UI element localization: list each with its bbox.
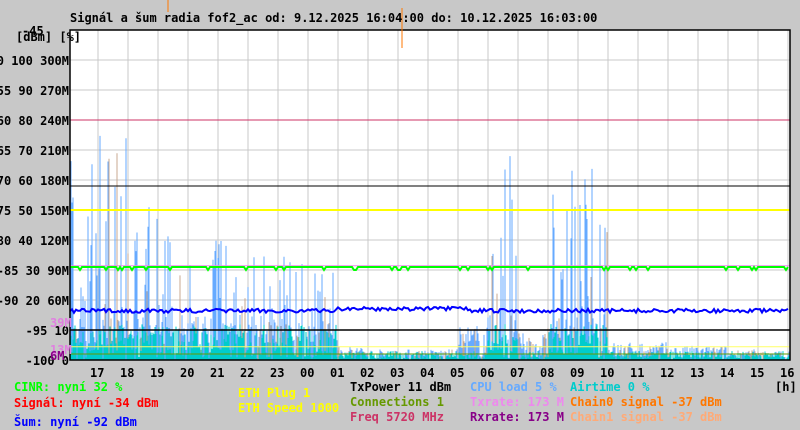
x-tick-label: 01 [330,366,345,380]
chart-title: Signál a šum radia fof2_ac od: 9.12.2025… [70,11,598,25]
x-tick-label: 12 [660,366,675,380]
legend-noise: Šum: nyní -92 dBm [14,415,137,429]
x-tick-label: 11 [630,366,645,380]
legend-txrate: Txrate: 173 M [470,395,564,409]
x-unit-label: [h] [775,380,797,394]
legend-connections: Connections 1 [350,395,444,409]
y-tick-label: -80 40 120M [0,234,69,248]
x-tick-label: 09 [570,366,585,380]
legend-cinr: CINR: nyní 32 % [14,380,123,394]
x-tick-label: 10 [600,366,615,380]
legend-eth-plug: ETH Plug 1 [238,386,311,400]
y-tick-label: -60 80 240M [0,114,69,128]
y-tick-label: -70 60 180M [0,174,69,188]
y-tick-label: -55 90 270M [0,84,69,98]
x-tick-label: 08 [540,366,555,380]
y-tick-label: -45 [22,24,44,38]
y-tick-label: -65 70 210M [0,144,69,158]
x-tick-label: 16 [780,366,795,380]
rate-marker-label: 6M [50,349,65,363]
legend-cpu: CPU load 5 % [470,380,557,394]
legend-airtime: Airtime 0 % [570,380,650,394]
y-tick-label: -75 50 150M [0,204,69,218]
x-tick-label: 17 [90,366,105,380]
y-tick-label: -50 100 300M [0,54,69,68]
x-tick-label: 21 [210,366,225,380]
legend-eth-speed: ETH Speed 1000 [238,401,340,415]
x-tick-label: 18 [120,366,135,380]
x-tick-label: 04 [420,366,435,380]
x-tick-label: 22 [240,366,255,380]
legend-chain0: Chain0 signal -37 dBm [570,395,722,409]
x-tick-label: 20 [180,366,195,380]
x-tick-label: 15 [750,366,765,380]
x-tick-label: 00 [300,366,315,380]
x-tick-label: 07 [510,366,525,380]
x-tick-label: 05 [450,366,465,380]
x-tick-label: 02 [360,366,375,380]
legend-rxrate: Rxrate: 173 M [470,410,564,424]
y-tick-label: -90 20 60M [0,294,69,308]
x-tick-label: 23 [270,366,285,380]
legend-chain1: Chain1 signal -37 dBm [570,410,722,424]
y-tick-label: -85 30 90M [0,264,69,278]
legend-freq: Freq 5720 MHz [350,410,444,424]
rate-marker-label: 39M [50,316,72,330]
x-tick-label: 03 [390,366,405,380]
x-tick-label: 19 [150,366,165,380]
legend-txpower: TxPower 11 dBm [350,380,452,394]
x-tick-label: 13 [690,366,705,380]
x-tick-label: 14 [720,366,735,380]
legend-signal: Signál: nyní -34 dBm [14,396,159,410]
x-tick-label: 06 [480,366,495,380]
